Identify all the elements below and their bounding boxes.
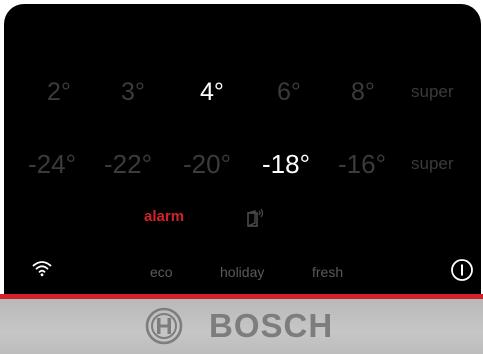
bosch-logo — [145, 307, 183, 345]
fridge-temp-option[interactable]: 6° — [277, 74, 301, 110]
freezer-super-button[interactable]: super — [411, 144, 454, 184]
fridge-super-button[interactable]: super — [411, 74, 454, 110]
power-icon[interactable] — [450, 258, 474, 282]
door-open-icon — [247, 208, 264, 227]
freezer-temp-option-selected[interactable]: -18° — [262, 144, 310, 184]
wifi-icon — [32, 261, 52, 277]
mode-fresh-button[interactable]: fresh — [312, 262, 343, 282]
freezer-temp-option[interactable]: -16° — [338, 144, 386, 184]
fridge-temp-option[interactable]: 8° — [351, 74, 375, 110]
fridge-temp-option[interactable]: 3° — [121, 74, 145, 110]
freezer-temp-option[interactable]: -24° — [28, 144, 76, 184]
display-screen: 2° 3° 4° 6° 8° super -24° -22° -20° -18°… — [4, 4, 481, 294]
freezer-temp-option[interactable]: -20° — [183, 144, 231, 184]
mode-holiday-button[interactable]: holiday — [220, 262, 264, 282]
alarm-indicator[interactable]: alarm — [144, 206, 184, 228]
freezer-temp-option[interactable]: -22° — [104, 144, 152, 184]
fridge-temp-option[interactable]: 2° — [47, 74, 71, 110]
control-panel: 2° 3° 4° 6° 8° super -24° -22° -20° -18°… — [0, 0, 483, 354]
fridge-temperature-row: 2° 3° 4° 6° 8° super — [4, 74, 481, 110]
brand-name: BOSCH — [209, 307, 334, 344]
fridge-temp-option-selected[interactable]: 4° — [200, 74, 224, 110]
freezer-temperature-row: -24° -22° -20° -18° -16° super — [4, 144, 481, 184]
mode-eco-button[interactable]: eco — [150, 262, 173, 282]
